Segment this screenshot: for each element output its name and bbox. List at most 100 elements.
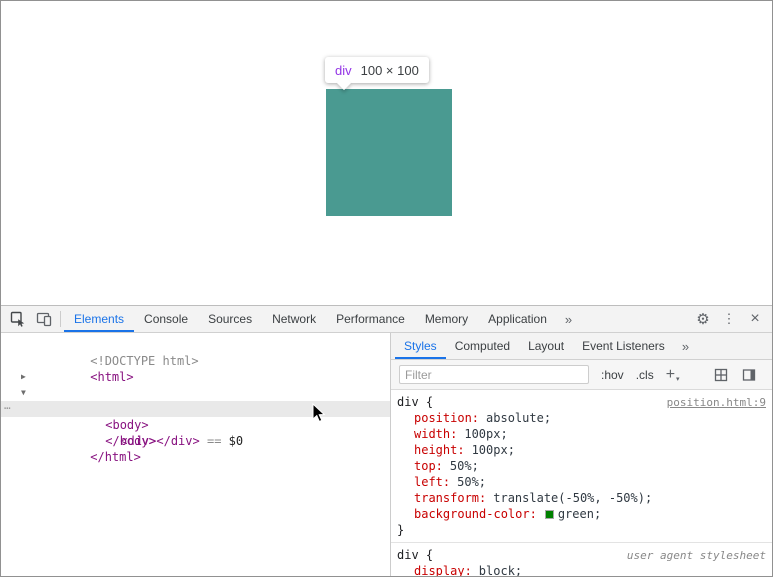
- tab-computed[interactable]: Computed: [446, 333, 519, 359]
- style-rules-list: div { position.html:9 position: absolute;…: [391, 390, 772, 576]
- rule-source-link[interactable]: position.html:9: [667, 395, 766, 411]
- devtools-content: <!DOCTYPE html> <html> ▶ <head>…</head> …: [1, 333, 772, 576]
- tooltip-dimensions: 100 × 100: [361, 63, 419, 78]
- dom-line-div-selected[interactable]: … <div></div> == $0: [1, 401, 390, 417]
- tab-performance-label: Performance: [336, 312, 405, 326]
- tab-performance[interactable]: Performance: [326, 306, 415, 332]
- property-name: display:: [414, 564, 472, 576]
- tab-event-listeners-label: Event Listeners: [582, 339, 665, 353]
- styles-filter-input[interactable]: [399, 365, 589, 384]
- declaration-left[interactable]: left: 50%;: [397, 474, 766, 490]
- property-name: transform:: [414, 491, 486, 505]
- property-value: 50%;: [457, 475, 486, 489]
- more-tabs-icon[interactable]: »: [557, 306, 580, 332]
- property-name: width:: [414, 427, 457, 441]
- device-toolbar-icon[interactable]: [31, 306, 57, 332]
- toolbar-right-controls: ⚙ ⋮ ×: [690, 306, 768, 332]
- rule-header: div { position.html:9: [397, 394, 766, 410]
- inspect-tooltip: div 100 × 100: [325, 57, 429, 83]
- tooltip-pointer: [337, 76, 351, 90]
- tab-computed-label: Computed: [455, 339, 510, 353]
- device-icon: [36, 311, 52, 327]
- tab-elements-label: Elements: [74, 312, 124, 326]
- property-name: height:: [414, 443, 465, 457]
- rule-close-brace: }: [397, 522, 766, 538]
- property-value: block;: [479, 564, 522, 576]
- declaration-height[interactable]: height: 100px;: [397, 442, 766, 458]
- gear-glyph: ⚙: [696, 310, 709, 328]
- tab-application[interactable]: Application: [478, 306, 557, 332]
- tab-elements[interactable]: Elements: [64, 306, 134, 332]
- declaration-display[interactable]: display: block;: [397, 563, 766, 576]
- screenshot-root: div 100 × 100 Elements Console S: [0, 0, 773, 577]
- rendering-emulations-icon[interactable]: [714, 368, 728, 382]
- devtools-menu-icon[interactable]: ⋮: [716, 306, 742, 332]
- more-tabs-glyph: »: [565, 312, 572, 327]
- toolbar-separator: [60, 311, 61, 327]
- devtools-toolbar: Elements Console Sources Network Perform…: [1, 306, 772, 333]
- tab-memory[interactable]: Memory: [415, 306, 478, 332]
- tab-network[interactable]: Network: [262, 306, 326, 332]
- devtools-panel: Elements Console Sources Network Perform…: [1, 305, 772, 576]
- property-value: 100px;: [464, 427, 507, 441]
- tab-sources-label: Sources: [208, 312, 252, 326]
- collapse-arrow-icon[interactable]: ▼: [21, 385, 26, 401]
- tab-console[interactable]: Console: [134, 306, 198, 332]
- tab-memory-label: Memory: [425, 312, 468, 326]
- node-menu-dots-icon[interactable]: …: [4, 398, 10, 414]
- close-glyph: ×: [750, 310, 759, 328]
- tab-layout[interactable]: Layout: [519, 333, 573, 359]
- html-close-tag: </html>: [90, 450, 141, 464]
- sidebar-more-tabs-glyph: »: [682, 339, 689, 354]
- style-rule-authored: div { position.html:9 position: absolute;…: [391, 390, 772, 543]
- dom-line-body-close[interactable]: </body>: [1, 417, 390, 433]
- rule-header: div { user agent stylesheet: [397, 547, 766, 563]
- inspect-element-icon[interactable]: [5, 306, 31, 332]
- tab-network-label: Network: [272, 312, 316, 326]
- inspected-element-highlight[interactable]: [326, 89, 452, 216]
- declaration-background-color[interactable]: background-color:green;: [397, 506, 766, 522]
- inspect-cursor-icon: [10, 311, 26, 327]
- plus-glyph: +: [666, 367, 675, 383]
- declaration-transform[interactable]: transform: translate(-50%, -50%);: [397, 490, 766, 506]
- tab-sources[interactable]: Sources: [198, 306, 262, 332]
- tab-application-label: Application: [488, 312, 547, 326]
- elements-dom-tree: <!DOCTYPE html> <html> ▶ <head>…</head> …: [1, 333, 391, 576]
- toggle-hover-state-button[interactable]: :hov: [601, 368, 624, 382]
- declaration-position[interactable]: position: absolute;: [397, 410, 766, 426]
- dom-line-body-open[interactable]: ▼ <body>: [1, 385, 390, 401]
- plus-caret-icon: ▾: [676, 376, 680, 383]
- property-value: 100px;: [472, 443, 515, 457]
- new-style-rule-button[interactable]: +▾: [666, 367, 680, 383]
- dom-line-head[interactable]: ▶ <head>…</head>: [1, 369, 390, 385]
- tab-styles-label: Styles: [404, 339, 437, 353]
- declaration-width[interactable]: width: 100px;: [397, 426, 766, 442]
- property-name: position:: [414, 411, 479, 425]
- close-devtools-icon[interactable]: ×: [742, 306, 768, 332]
- property-name: top:: [414, 459, 443, 473]
- dom-line-doctype[interactable]: <!DOCTYPE html>: [1, 337, 390, 353]
- mouse-cursor-icon: [312, 403, 326, 423]
- property-name: left:: [414, 475, 450, 489]
- toggle-classes-button[interactable]: .cls: [636, 368, 654, 382]
- sidebar-more-tabs-icon[interactable]: »: [674, 333, 697, 359]
- expand-arrow-icon[interactable]: ▶: [21, 369, 26, 385]
- rule-selector[interactable]: div {: [397, 547, 433, 563]
- dom-line-html-close[interactable]: </html>: [1, 433, 390, 449]
- tab-event-listeners[interactable]: Event Listeners: [573, 333, 674, 359]
- rule-selector[interactable]: div {: [397, 394, 433, 410]
- property-value: 50%;: [450, 459, 479, 473]
- tab-styles[interactable]: Styles: [395, 333, 446, 359]
- property-name: background-color:: [414, 507, 537, 521]
- filter-bar-right-icons: [714, 368, 764, 382]
- property-value: translate(-50%, -50%);: [493, 491, 652, 505]
- color-swatch-green[interactable]: [545, 510, 554, 519]
- settings-gear-icon[interactable]: ⚙: [690, 306, 716, 332]
- style-rule-user-agent: div { user agent stylesheet display: bloc…: [391, 543, 772, 576]
- dom-line-html-open[interactable]: <html>: [1, 353, 390, 369]
- declaration-top[interactable]: top: 50%;: [397, 458, 766, 474]
- toggle-computed-sidebar-icon[interactable]: [742, 368, 756, 382]
- property-value: absolute;: [486, 411, 551, 425]
- kebab-glyph: ⋮: [723, 311, 736, 327]
- tab-layout-label: Layout: [528, 339, 564, 353]
